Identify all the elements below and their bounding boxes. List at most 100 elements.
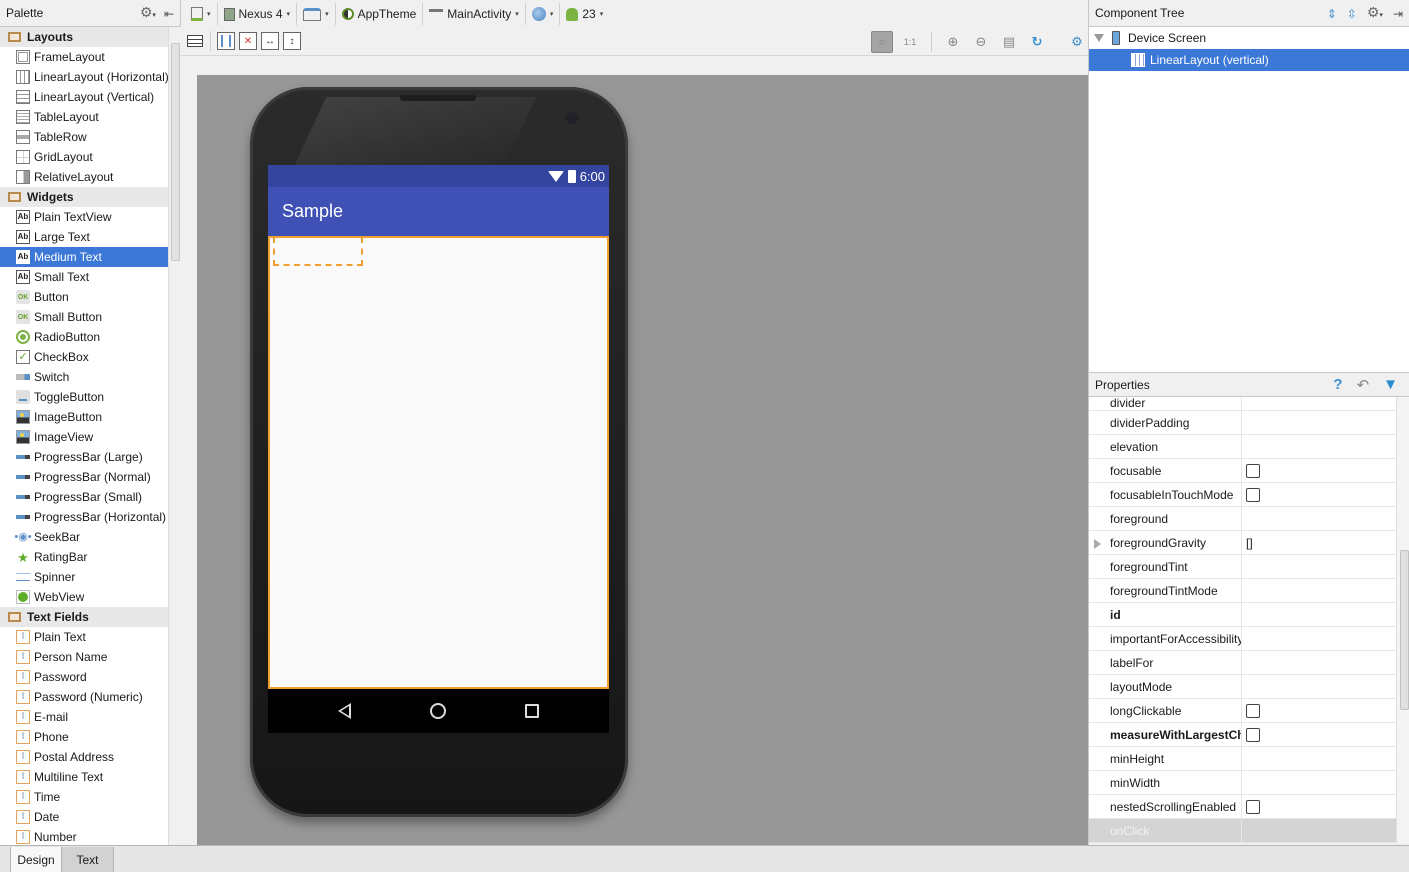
palette-item-e-mail[interactable]: I E-mail bbox=[0, 707, 168, 727]
property-value[interactable] bbox=[1242, 771, 1396, 794]
design-canvas[interactable]: 6:00 Sample bbox=[197, 75, 1088, 845]
palette-item-plain-textview[interactable]: Ab Plain TextView bbox=[0, 207, 168, 227]
palette-category-layouts[interactable]: Layouts bbox=[0, 27, 168, 47]
property-value[interactable] bbox=[1242, 507, 1396, 530]
property-value[interactable] bbox=[1242, 435, 1396, 458]
actual-size-button[interactable]: 1:1 bbox=[899, 31, 921, 53]
property-row-focusableintouchmode[interactable]: focusableInTouchMode bbox=[1089, 483, 1396, 507]
palette-item-tablelayout[interactable]: TableLayout bbox=[0, 107, 168, 127]
properties-scrollbar[interactable] bbox=[1396, 397, 1409, 843]
palette-item-framelayout[interactable]: FrameLayout bbox=[0, 47, 168, 67]
property-value[interactable] bbox=[1242, 747, 1396, 770]
palette-item-date[interactable]: I Date bbox=[0, 807, 168, 827]
palette-item-tablerow[interactable]: TableRow bbox=[0, 127, 168, 147]
palette-item-password[interactable]: I Password bbox=[0, 667, 168, 687]
property-value[interactable] bbox=[1242, 651, 1396, 674]
palette-item-number[interactable]: I Number bbox=[0, 827, 168, 845]
palette-item-progressbar-small[interactable]: ProgressBar (Small) bbox=[0, 487, 168, 507]
property-row-measurewithlargestchild[interactable]: measureWithLargestChild bbox=[1089, 723, 1396, 747]
palette-item-imageview[interactable]: ImageView bbox=[0, 427, 168, 447]
palette-item-linearlayout-vertical[interactable]: LinearLayout (Vertical) bbox=[0, 87, 168, 107]
palette-item-person-name[interactable]: I Person Name bbox=[0, 647, 168, 667]
property-checkbox[interactable] bbox=[1246, 727, 1260, 742]
theme-selector[interactable]: AppTheme bbox=[336, 3, 424, 25]
palette-item-spinner[interactable]: Spinner bbox=[0, 567, 168, 587]
gear-icon[interactable]: ⚙▾ bbox=[140, 5, 156, 23]
tree-node-device-screen[interactable]: Device Screen bbox=[1089, 27, 1409, 49]
expand-arrow-icon[interactable] bbox=[1094, 34, 1104, 42]
palette-item-plain-text[interactable]: I Plain Text bbox=[0, 627, 168, 647]
palette-item-multiline-text[interactable]: I Multiline Text bbox=[0, 767, 168, 787]
zoom-to-fit-button[interactable]: ⌕ bbox=[871, 31, 893, 53]
gear-icon[interactable]: ⚙▾ bbox=[1367, 5, 1383, 23]
palette-item-small-text[interactable]: Ab Small Text bbox=[0, 267, 168, 287]
api-level-selector[interactable]: 23 ▾ bbox=[560, 3, 609, 25]
orientation-selector[interactable]: ▾ bbox=[297, 3, 336, 25]
distribute-weights-button[interactable] bbox=[217, 32, 235, 50]
property-value[interactable] bbox=[1242, 723, 1396, 746]
zoom-out-button[interactable]: ⊖ bbox=[970, 31, 992, 53]
palette-item-radiobutton[interactable]: RadioButton bbox=[0, 327, 168, 347]
zoom-in-button[interactable]: ⊕ bbox=[942, 31, 964, 53]
palette-item-small-button[interactable]: OK Small Button bbox=[0, 307, 168, 327]
palette-category-widgets[interactable]: Widgets bbox=[0, 187, 168, 207]
convert-orientation-button[interactable] bbox=[186, 32, 204, 50]
locale-selector[interactable]: ▾ bbox=[526, 3, 561, 25]
property-row-layoutmode[interactable]: layoutMode bbox=[1089, 675, 1396, 699]
property-value[interactable] bbox=[1242, 483, 1396, 506]
property-row-onclick[interactable]: onClick bbox=[1089, 819, 1396, 843]
expand-arrow-icon[interactable] bbox=[1094, 539, 1101, 549]
property-row-dividerpadding[interactable]: dividerPadding bbox=[1089, 411, 1396, 435]
property-value[interactable] bbox=[1242, 411, 1396, 434]
palette-item-switch[interactable]: Switch bbox=[0, 367, 168, 387]
property-value[interactable] bbox=[1242, 555, 1396, 578]
jump-to-source-button[interactable]: ▤ bbox=[998, 31, 1020, 53]
refresh-button[interactable]: ↻ bbox=[1026, 31, 1048, 53]
property-checkbox[interactable] bbox=[1246, 463, 1260, 478]
property-value[interactable] bbox=[1242, 603, 1396, 626]
match-height-button[interactable]: ↕ bbox=[283, 32, 301, 50]
property-row-divider[interactable]: divider bbox=[1089, 397, 1396, 411]
property-row-longclickable[interactable]: longClickable bbox=[1089, 699, 1396, 723]
virtual-device-selector[interactable]: ▾ bbox=[185, 3, 218, 25]
property-row-foregroundtint[interactable]: foregroundTint bbox=[1089, 555, 1396, 579]
hide-panel-icon[interactable]: ⇥ bbox=[1393, 7, 1403, 21]
property-value[interactable] bbox=[1242, 627, 1396, 650]
tree-node-linear-layout[interactable]: LinearLayout (vertical) bbox=[1089, 49, 1409, 71]
palette-item-ratingbar[interactable]: ★ RatingBar bbox=[0, 547, 168, 567]
palette-item-relativelayout[interactable]: RelativeLayout bbox=[0, 167, 168, 187]
device-selector[interactable]: Nexus 4 ▾ bbox=[218, 3, 298, 25]
property-row-minheight[interactable]: minHeight bbox=[1089, 747, 1396, 771]
palette-item-progressbar-normal[interactable]: ProgressBar (Normal) bbox=[0, 467, 168, 487]
property-row-minwidth[interactable]: minWidth bbox=[1089, 771, 1396, 795]
property-checkbox[interactable] bbox=[1246, 487, 1260, 502]
expand-all-icon[interactable]: ⇕ bbox=[1327, 7, 1337, 21]
property-row-id[interactable]: id bbox=[1089, 603, 1396, 627]
property-row-focusable[interactable]: focusable bbox=[1089, 459, 1396, 483]
palette-item-togglebutton[interactable]: ToggleButton bbox=[0, 387, 168, 407]
match-width-button[interactable]: ↔ bbox=[261, 32, 279, 50]
settings-button[interactable]: ⚙ bbox=[1066, 31, 1088, 53]
tab-design[interactable]: Design bbox=[10, 847, 62, 872]
palette-scrollbar[interactable] bbox=[168, 27, 181, 845]
palette-item-time[interactable]: I Time bbox=[0, 787, 168, 807]
palette-item-imagebutton[interactable]: ImageButton bbox=[0, 407, 168, 427]
property-row-foregroundgravity[interactable]: foregroundGravity [] bbox=[1089, 531, 1396, 555]
property-row-elevation[interactable]: elevation bbox=[1089, 435, 1396, 459]
palette-category-text-fields[interactable]: Text Fields bbox=[0, 607, 168, 627]
property-row-nestedscrollingenabled[interactable]: nestedScrollingEnabled bbox=[1089, 795, 1396, 819]
palette-item-webview[interactable]: WebView bbox=[0, 587, 168, 607]
property-checkbox[interactable] bbox=[1246, 703, 1260, 718]
palette-item-checkbox[interactable]: ✓ CheckBox bbox=[0, 347, 168, 367]
palette-item-button[interactable]: OK Button bbox=[0, 287, 168, 307]
property-value[interactable] bbox=[1242, 819, 1396, 842]
property-row-importantforaccessibility[interactable]: importantForAccessibility bbox=[1089, 627, 1396, 651]
palette-item-gridlayout[interactable]: GridLayout bbox=[0, 147, 168, 167]
palette-item-postal-address[interactable]: I Postal Address bbox=[0, 747, 168, 767]
linear-layout-selected[interactable] bbox=[268, 236, 609, 689]
property-row-labelfor[interactable]: labelFor bbox=[1089, 651, 1396, 675]
clear-weights-button[interactable]: ✕ bbox=[239, 32, 257, 50]
palette-item-password-numeric[interactable]: I Password (Numeric) bbox=[0, 687, 168, 707]
property-value[interactable] bbox=[1242, 579, 1396, 602]
tab-text[interactable]: Text bbox=[62, 847, 114, 872]
